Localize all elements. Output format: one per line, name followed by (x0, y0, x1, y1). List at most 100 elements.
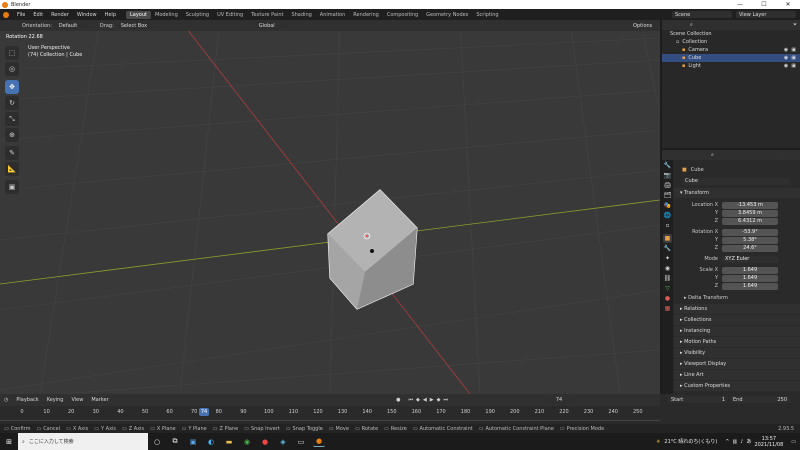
tab-scripting[interactable]: Scripting (472, 11, 502, 19)
jump-start-icon[interactable]: ⏮ (409, 397, 414, 403)
timeline-editor-icon[interactable]: ◷ (4, 397, 8, 403)
panel-custom-properties[interactable]: ▸ Custom Properties (674, 381, 800, 391)
annotate-tool-icon[interactable]: ✎ (5, 146, 19, 160)
start-frame-field[interactable]: Start 1 (668, 396, 728, 403)
options-dropdown[interactable]: Options (630, 22, 656, 29)
view-layer-selector[interactable]: View Layer (736, 11, 796, 18)
filter-icon[interactable]: ⏷ (793, 22, 797, 28)
world-tab-icon[interactable]: 🌐 (663, 211, 672, 220)
physics-tab-icon[interactable]: ◉ (663, 264, 672, 273)
store-icon[interactable]: ▣ (187, 437, 199, 447)
blender-taskbar-icon[interactable]: ● (313, 437, 325, 447)
render-camera-icon[interactable]: ▣ (791, 55, 796, 61)
transform-tool-icon[interactable]: ⊕ (5, 128, 19, 142)
data-tab-icon[interactable]: ▽ (663, 284, 672, 293)
panel-motion-paths[interactable]: ▸ Motion Paths (674, 337, 800, 347)
prev-key-icon[interactable]: ◆ (416, 397, 420, 403)
outliner-item-camera[interactable]: ▪ Camera ◉ ▣ (662, 46, 800, 54)
panel-viewport-display[interactable]: ▸ Viewport Display (674, 359, 800, 369)
tray-chevron-icon[interactable]: ^ (725, 439, 729, 445)
outliner-search-input[interactable]: ⌕ (687, 21, 727, 29)
end-frame-field[interactable]: End 250 (730, 396, 790, 403)
ime-icon[interactable]: あ (746, 438, 751, 445)
file-explorer-icon[interactable]: ▬ (223, 437, 235, 447)
close-button[interactable]: ✕ (776, 1, 800, 8)
windows-start-icon[interactable]: ⊞ (3, 437, 15, 447)
rotate-tool-icon[interactable]: ↻ (5, 96, 19, 110)
measure-tool-icon[interactable]: 📐 (5, 162, 19, 176)
object-name-field[interactable]: Cube (682, 177, 790, 185)
texture-tab-icon[interactable]: ▦ (663, 304, 672, 313)
collection-row[interactable]: ▫ Collection (662, 38, 800, 46)
tab-texture-paint[interactable]: Texture Paint (247, 11, 287, 19)
outliner-item-cube[interactable]: ▪ Cube ◉ ▣ (662, 54, 800, 62)
network-icon[interactable]: ▥ (732, 439, 737, 445)
playhead[interactable]: 74 (199, 408, 210, 416)
tab-modeling[interactable]: Modeling (151, 11, 182, 19)
app-icon[interactable]: ▭ (295, 437, 307, 447)
tab-geometry-nodes[interactable]: Geometry Nodes (422, 11, 472, 19)
output-tab-icon[interactable]: 🖨 (663, 181, 672, 190)
play-icon[interactable]: ▶ (430, 397, 434, 403)
scene-tab-icon[interactable]: 🎭 (663, 201, 672, 210)
jump-end-icon[interactable]: ⏭ (443, 397, 448, 403)
panel-visibility[interactable]: ▸ Visibility (674, 348, 800, 358)
properties-search-input[interactable]: ⌕ (708, 151, 780, 159)
clock[interactable]: 13:57 2021/11/08 (754, 436, 783, 448)
record-button-icon[interactable]: ● (396, 397, 400, 403)
view-layer-tab-icon[interactable]: 🗂 (663, 191, 672, 200)
play-reverse-icon[interactable]: ◀ (423, 397, 427, 403)
material-tab-icon[interactable]: ● (663, 294, 672, 303)
maximize-button[interactable]: ☐ (752, 1, 776, 8)
collection-tab-icon[interactable]: ▫ (663, 221, 672, 230)
outliner-item-light[interactable]: ▪ Light ◉ ▣ (662, 62, 800, 70)
scale-y-field[interactable]: 1.649 (722, 274, 778, 282)
object-tab-icon[interactable]: ■ (663, 234, 672, 243)
edge-icon[interactable]: ◐ (205, 437, 217, 447)
menu-window[interactable]: Window (73, 12, 101, 18)
particles-tab-icon[interactable]: ✦ (663, 254, 672, 263)
taskbar-search-input[interactable]: ⌕ ここに入力して検索 (18, 433, 148, 450)
drag-dropdown[interactable]: Select Box (117, 22, 156, 29)
timeline-menu-marker[interactable]: Marker (87, 397, 112, 403)
tool-tab-icon[interactable]: 🔧 (663, 161, 672, 170)
transform-panel-header[interactable]: ▾ Transform (674, 188, 800, 198)
minimize-button[interactable]: — (728, 1, 752, 8)
current-frame-field[interactable]: 74 (548, 396, 570, 404)
transform-orientation-dropdown[interactable]: Global (255, 22, 288, 29)
rotation-z-field[interactable]: 24.6° (722, 244, 778, 252)
scene-selector[interactable]: Scene (672, 11, 732, 18)
location-y-field[interactable]: 3.8459 m (722, 209, 778, 217)
delta-transform-header[interactable]: ▸ Delta Transform (674, 293, 800, 302)
orientation-dropdown[interactable]: Default (55, 22, 92, 29)
render-camera-icon[interactable]: ▣ (791, 63, 796, 69)
scale-x-field[interactable]: 1.649 (722, 266, 778, 274)
select-tool-icon[interactable]: ⬚ (5, 46, 19, 60)
notification-icon[interactable]: ▭ (791, 439, 796, 445)
menu-help[interactable]: Help (101, 12, 120, 18)
rotation-y-field[interactable]: 5.38° (722, 236, 778, 244)
eye-icon[interactable]: ◉ (784, 63, 788, 69)
timeline-menu-view[interactable]: View (67, 397, 87, 403)
scene-collection-row[interactable]: Scene Collection (662, 30, 800, 38)
cube-object[interactable] (327, 189, 418, 310)
panel-line-art[interactable]: ▸ Line Art (674, 370, 800, 380)
menu-render[interactable]: Render (47, 12, 73, 18)
tab-animation[interactable]: Animation (316, 11, 350, 19)
tab-compositing[interactable]: Compositing (383, 11, 422, 19)
constraints-tab-icon[interactable]: ⛓ (663, 274, 672, 283)
next-key-icon[interactable]: ◆ (437, 397, 441, 403)
panel-instancing[interactable]: ▸ Instancing (674, 326, 800, 336)
panel-relations[interactable]: ▸ Relations (674, 304, 800, 314)
menu-file[interactable]: File (13, 12, 29, 18)
modifier-tab-icon[interactable]: 🔧 (663, 244, 672, 253)
render-camera-icon[interactable]: ▣ (791, 47, 796, 53)
tab-sculpting[interactable]: Sculpting (182, 11, 213, 19)
location-z-field[interactable]: 6.4312 m (722, 217, 778, 225)
volume-icon[interactable]: ♪ (740, 439, 743, 445)
scale-z-field[interactable]: 1.649 (722, 282, 778, 290)
eye-icon[interactable]: ◉ (784, 55, 788, 61)
mode-dropdown[interactable]: XYZ Euler (722, 255, 778, 263)
panel-collections[interactable]: ▸ Collections (674, 315, 800, 325)
tab-uv-editing[interactable]: UV Editing (213, 11, 247, 19)
